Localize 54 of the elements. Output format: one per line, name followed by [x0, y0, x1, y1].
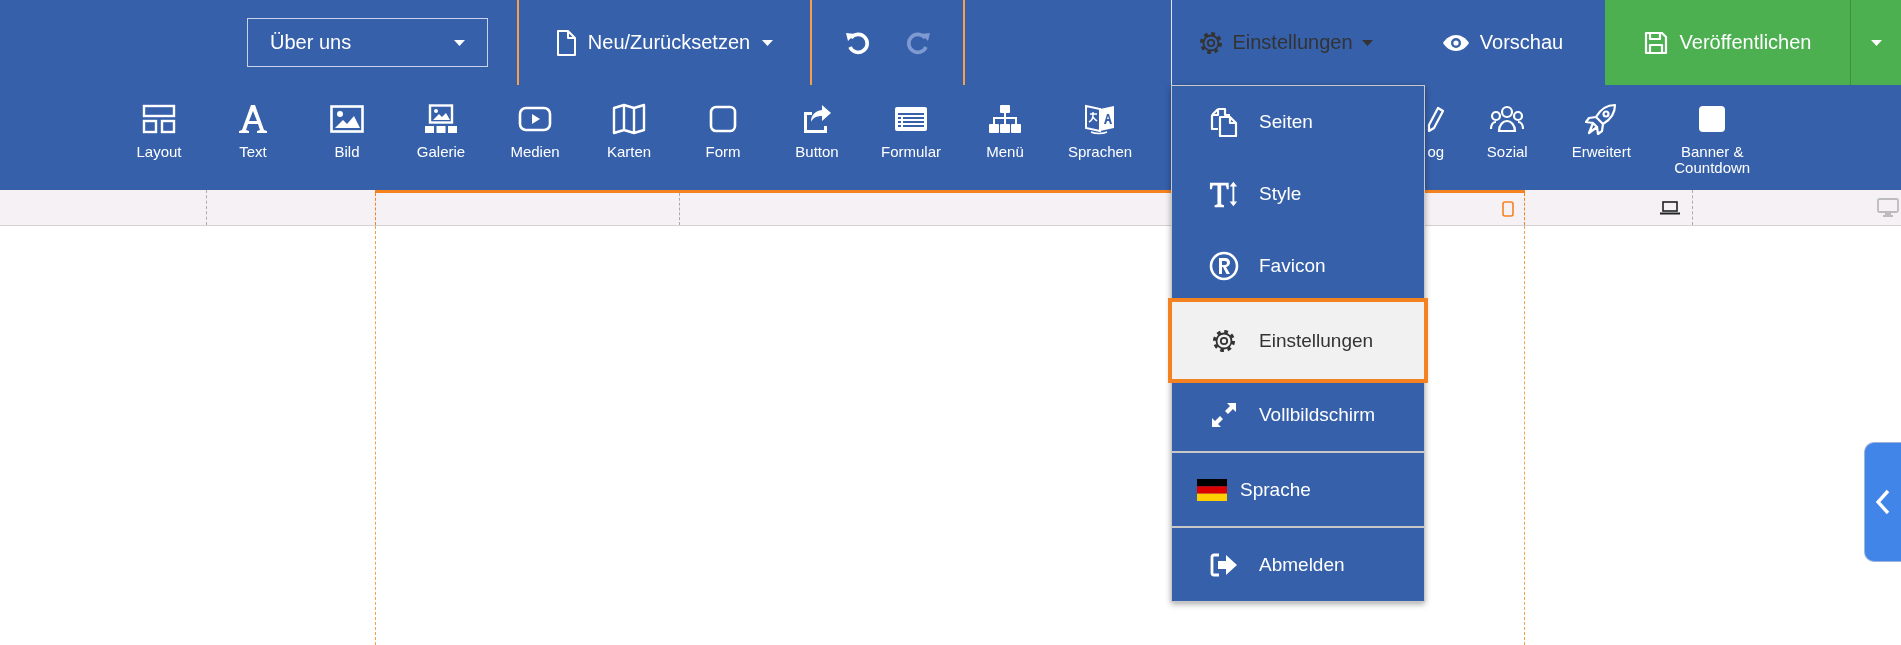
- tool-button[interactable]: Karten: [598, 97, 660, 178]
- tool-button[interactable]: Medien: [504, 97, 566, 178]
- square-icon: [1698, 104, 1727, 133]
- pencil-icon: [1426, 105, 1445, 132]
- tool-button[interactable]: Button: [786, 97, 848, 178]
- tool-button[interactable]: Galerie: [410, 97, 472, 178]
- page-dropdown[interactable]: Über uns: [247, 18, 488, 67]
- share-icon: [801, 103, 833, 134]
- tool-button[interactable]: Banner & Countdown: [1664, 97, 1761, 178]
- layout-icon: [142, 103, 176, 134]
- caret-icon: [1870, 39, 1882, 46]
- tool-button[interactable]: Sprachen: [1068, 97, 1133, 178]
- tool-button[interactable]: Sozial: [1476, 97, 1539, 178]
- menu-item[interactable]: Favicon: [1172, 230, 1424, 302]
- tool-button[interactable]: Bild: [316, 97, 378, 178]
- letter-icon: [239, 103, 267, 134]
- group-icon: [1489, 104, 1526, 133]
- expand-icon: [1209, 402, 1239, 428]
- menu-item[interactable]: Abmelden: [1172, 526, 1424, 601]
- new-reset-button[interactable]: Neu/Zurücksetzen: [555, 29, 774, 56]
- copy-icon: [1209, 107, 1239, 137]
- sitemap-icon: [988, 103, 1022, 134]
- video-icon: [518, 105, 552, 132]
- rocket-icon: [1585, 102, 1618, 135]
- flag-icon: [1197, 478, 1227, 501]
- laptop-icon[interactable]: [1660, 200, 1680, 215]
- document-icon: [555, 29, 576, 56]
- tool-button[interactable]: Layout: [128, 97, 190, 178]
- menu-item[interactable]: Vollbildschirm: [1172, 379, 1424, 451]
- registered-icon: [1209, 251, 1239, 281]
- eye-icon: [1441, 33, 1470, 52]
- gear-icon: [1212, 328, 1236, 353]
- form-icon: [894, 105, 928, 132]
- tool-button[interactable]: Text: [222, 97, 284, 178]
- caret-icon: [762, 39, 774, 46]
- tool-button[interactable]: Menü: [974, 97, 1036, 178]
- save-icon: [1643, 30, 1668, 55]
- tool-button[interactable]: Formular: [880, 97, 942, 178]
- caret-icon: [454, 39, 465, 46]
- chevron-left-icon: [1876, 489, 1890, 515]
- caret-icon: [1361, 39, 1373, 46]
- menu-item[interactable]: Sprache: [1172, 451, 1424, 526]
- tool-button[interactable]: Form: [692, 97, 754, 178]
- tablet-icon[interactable]: [1502, 201, 1514, 217]
- preview-button[interactable]: Vorschau: [1400, 0, 1605, 85]
- map-icon: [612, 102, 646, 135]
- text-size-icon: [1209, 179, 1239, 209]
- tool-button[interactable]: Erweitert: [1570, 97, 1633, 178]
- logout-icon: [1209, 552, 1239, 577]
- square-icon: [709, 104, 737, 133]
- gear-icon: [1199, 30, 1224, 55]
- image-icon: [330, 104, 364, 133]
- gallery-icon: [424, 103, 458, 134]
- collapse-tab[interactable]: [1864, 442, 1901, 562]
